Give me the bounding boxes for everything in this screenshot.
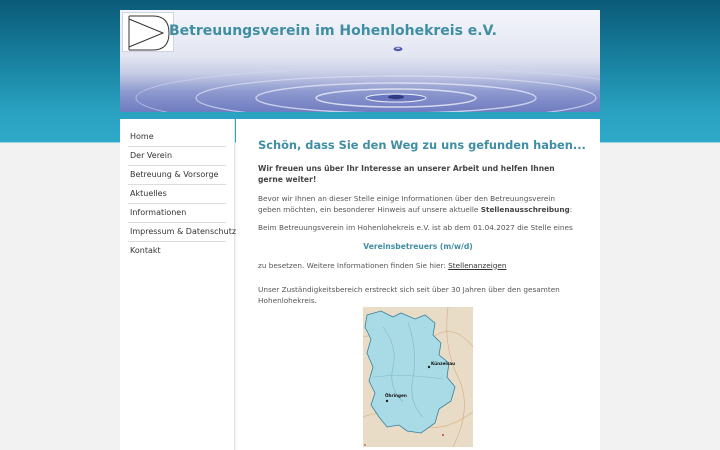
more-info-text: zu besetzen. Weitere Informationen finde… [258, 260, 449, 270]
nav-item-betreuung-vorsorge[interactable]: Betreuung & Vorsorge [128, 166, 226, 185]
nav-item-home[interactable]: Home [128, 128, 226, 147]
position-paragraph: Beim Betreuungsverein im Hohenlohekreis … [258, 223, 573, 232]
region-paragraph: Unser Zuständigkeitsbereich erstreckt si… [258, 285, 560, 305]
nav-item-impressum-datenschutz[interactable]: Impressum & Datenschutz [128, 223, 236, 242]
job-posting-highlight: Stellenausschreibung [480, 204, 570, 214]
header-banner: Betreuungsverein im Hohenlohekreis e.V. [120, 10, 600, 112]
nav-item-der-verein[interactable]: Der Verein [128, 147, 226, 166]
district-map-image: Künzelsau Öhringen [363, 307, 473, 447]
nav-item-informationen[interactable]: Informationen [128, 204, 226, 223]
map-label-oehringen: Öhringen [385, 393, 407, 398]
nav-item-aktuelles[interactable]: Aktuelles [128, 185, 226, 204]
logo[interactable] [122, 12, 174, 52]
nav-item-kontakt[interactable]: Kontakt [128, 242, 226, 260]
job-listings-link[interactable]: Stellenanzeigen [448, 261, 506, 270]
logo-mark-icon [128, 15, 170, 51]
map-label-kuenzelsau: Künzelsau [431, 361, 455, 366]
main-content: Schön, dass Sie den Weg zu uns gefunden … [236, 119, 600, 450]
page-heading: Schön, dass Sie den Weg zu uns gefunden … [258, 138, 586, 152]
lead-text: Wir freuen uns über Ihr Interesse an uns… [258, 164, 555, 184]
job-title: Vereinsbetreuers (m/w/d) [363, 241, 473, 251]
intro-paragraph: Bevor wir Ihnen an dieser Stelle einige … [258, 194, 578, 215]
site-title: Betreuungsverein im Hohenlohekreis e.V. [169, 23, 497, 39]
sidebar-navigation: Home Der Verein Betreuung & Vorsorge Akt… [120, 119, 236, 450]
more-info-paragraph: zu besetzen. Weitere Informationen finde… [258, 261, 578, 272]
intro-colon: : [569, 204, 573, 214]
page-wrapper: Betreuungsverein im Hohenlohekreis e.V. … [120, 10, 600, 450]
